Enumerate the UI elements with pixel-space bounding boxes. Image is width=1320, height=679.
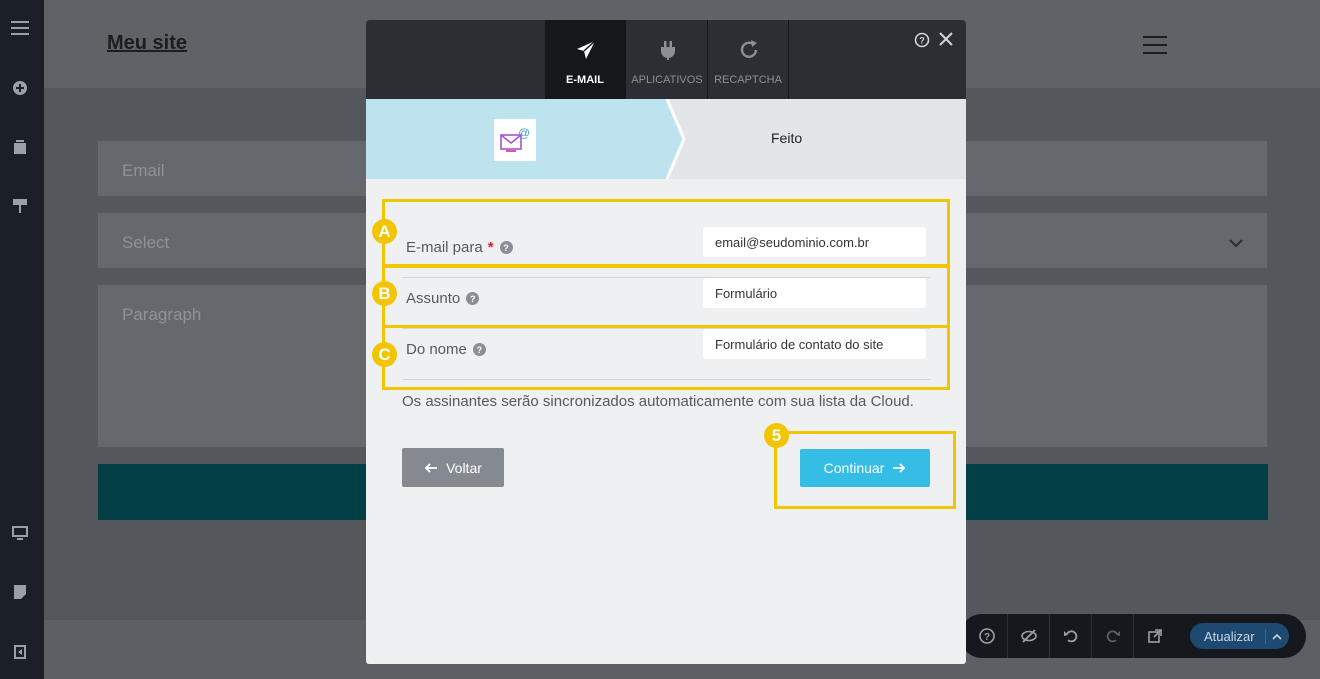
tab-apps-label: APLICATIVOS [631, 74, 703, 86]
highlight-box-5 [774, 431, 956, 509]
tab-recaptcha[interactable]: RECAPTCHA [708, 20, 789, 99]
close-icon[interactable] [937, 30, 955, 48]
undo-icon[interactable] [1050, 614, 1092, 658]
plug-icon [656, 38, 680, 62]
site-title[interactable]: Meu site [107, 32, 187, 55]
external-link-icon[interactable] [1134, 614, 1176, 658]
svg-text:@: @ [518, 126, 530, 140]
modal-header: E-MAIL APLICATIVOS RECAPTCHA ? [366, 20, 966, 99]
step-done-label: Feito [771, 130, 803, 146]
highlight-box-c [382, 325, 950, 390]
svg-text:?: ? [983, 632, 989, 643]
chevron-up-icon[interactable] [1264, 628, 1282, 644]
desktop-icon[interactable] [10, 523, 30, 543]
highlight-box-b [382, 265, 950, 328]
note-icon[interactable] [10, 582, 30, 602]
marker-b: B [372, 281, 397, 306]
hide-icon[interactable] [1008, 614, 1050, 658]
exit-icon[interactable] [10, 642, 30, 662]
wizard-steps: @ Feito [366, 99, 966, 179]
marker-a: A [372, 219, 397, 244]
marker-c: C [372, 342, 397, 367]
menu-icon[interactable] [10, 18, 30, 38]
question-circle-icon[interactable]: ? [914, 32, 930, 48]
back-label: Voltar [446, 459, 482, 476]
pages-icon[interactable] [10, 137, 30, 157]
redo-icon[interactable] [1092, 614, 1134, 658]
help-icon[interactable]: ? [966, 614, 1008, 658]
sync-hint: Os assinantes serão sincronizados automa… [402, 393, 914, 410]
highlight-box-a [382, 199, 950, 267]
left-rail [0, 0, 44, 679]
steps-background [366, 99, 966, 179]
select-placeholder: Select [122, 233, 170, 252]
editor-toolbar: ? Atualizar [960, 614, 1306, 658]
update-button[interactable]: Atualizar [1190, 623, 1289, 649]
add-circle-icon[interactable] [10, 78, 30, 98]
email-at-icon: @ [494, 119, 536, 161]
svg-text:?: ? [919, 36, 925, 46]
chevron-down-icon [1229, 233, 1243, 253]
tab-recaptcha-label: RECAPTCHA [714, 74, 782, 86]
tab-apps[interactable]: APLICATIVOS [627, 20, 708, 99]
update-label: Atualizar [1204, 628, 1255, 644]
refresh-icon [737, 38, 761, 62]
paint-roller-icon[interactable] [10, 196, 30, 216]
tab-email-label: E-MAIL [566, 74, 604, 86]
marker-5: 5 [764, 423, 789, 448]
site-menu-icon[interactable] [1143, 36, 1167, 54]
tab-email[interactable]: E-MAIL [545, 20, 626, 99]
arrow-left-icon [424, 462, 438, 473]
paper-plane-icon [574, 38, 598, 62]
back-button[interactable]: Voltar [402, 448, 504, 487]
